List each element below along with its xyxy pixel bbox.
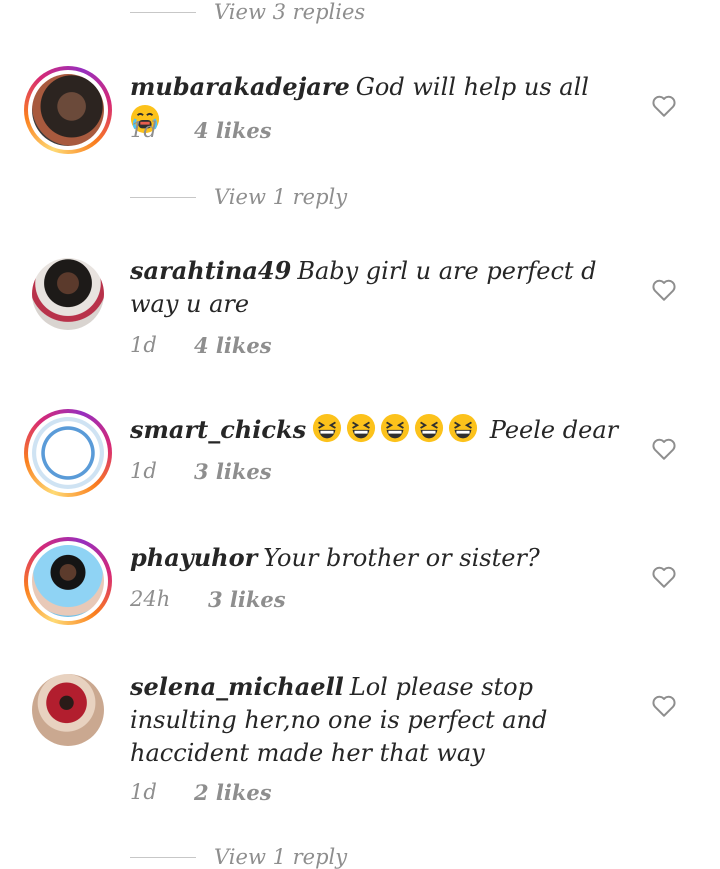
replies-divider — [130, 11, 196, 13]
comment-time: 1d — [130, 333, 157, 357]
view-replies-link[interactable]: View 1 reply — [130, 845, 347, 869]
avatar-image — [32, 417, 104, 489]
like-heart-icon[interactable] — [651, 694, 677, 718]
view-replies-label: View 1 reply — [214, 185, 348, 209]
comment-username[interactable]: smart_chicks — [130, 415, 306, 444]
comment-time: 1d — [130, 118, 157, 142]
view-replies-label: View 1 reply — [214, 845, 348, 869]
avatar[interactable] — [24, 66, 112, 154]
replies-divider — [130, 856, 196, 858]
comment-username[interactable]: selena_michaell — [130, 672, 344, 701]
avatar[interactable] — [24, 537, 112, 625]
comment-time: 1d — [130, 780, 157, 804]
comment-likes[interactable]: 2 likes — [194, 780, 272, 805]
like-heart-icon[interactable] — [651, 278, 677, 302]
comment-likes[interactable]: 4 likes — [194, 118, 272, 143]
like-heart-icon[interactable] — [651, 94, 677, 118]
grinning-squinting-emoji-icon — [415, 413, 444, 443]
avatar[interactable] — [24, 666, 112, 754]
avatar-image — [32, 545, 104, 617]
view-replies-link[interactable]: View 3 replies — [130, 0, 365, 24]
comment-time: 24h — [130, 587, 171, 611]
avatar-image — [32, 674, 104, 746]
comment-likes[interactable]: 4 likes — [194, 333, 272, 358]
comment-text: God will help us all — [355, 73, 589, 101]
avatar-image — [32, 74, 104, 146]
comment-username[interactable]: sarahtina49 — [130, 256, 291, 285]
replies-divider — [130, 196, 196, 198]
comment-time: 1d — [130, 459, 157, 483]
like-heart-icon[interactable] — [651, 437, 677, 461]
grinning-squinting-emoji-icon — [347, 413, 376, 443]
comment-likes[interactable]: 3 likes — [194, 459, 272, 484]
view-replies-link[interactable]: View 1 reply — [130, 185, 347, 209]
grinning-squinting-emoji-icon — [381, 413, 410, 443]
comment-text: Peele dear — [489, 416, 619, 444]
comment-text: Your brother or sister? — [263, 544, 540, 572]
comment-username[interactable]: phayuhor — [130, 543, 257, 572]
view-replies-label: View 3 replies — [214, 0, 366, 24]
comment-likes[interactable]: 3 likes — [208, 587, 286, 612]
grinning-squinting-emoji-icon — [313, 413, 342, 443]
avatar-image — [32, 258, 104, 330]
avatar[interactable] — [24, 409, 112, 497]
like-heart-icon[interactable] — [651, 565, 677, 589]
comment-username[interactable]: mubarakadejare — [130, 72, 350, 101]
avatar[interactable] — [24, 250, 112, 338]
grinning-squinting-emoji-icon — [449, 413, 478, 443]
